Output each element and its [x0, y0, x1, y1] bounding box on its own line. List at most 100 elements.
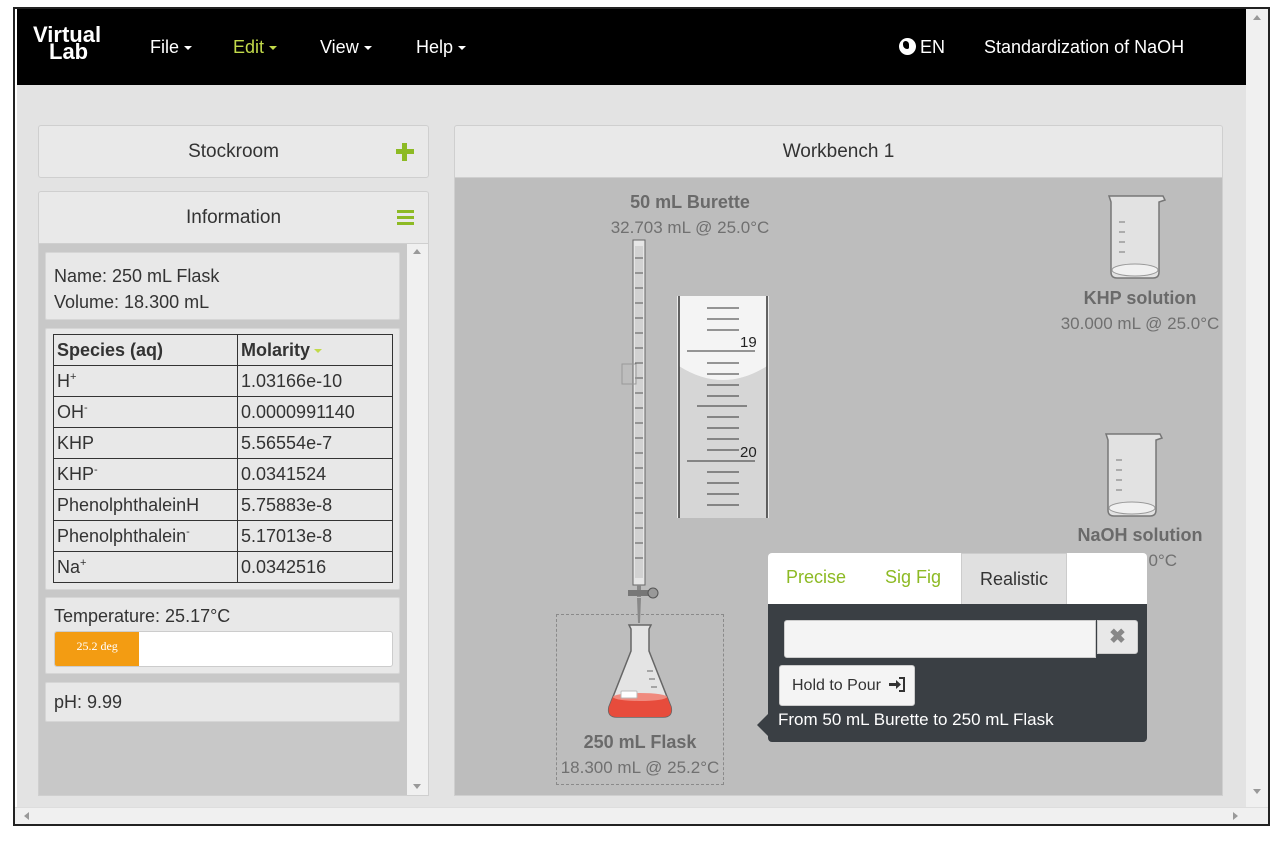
- molarity-cell: 5.75883e-8: [237, 489, 393, 521]
- stockroom-title: Stockroom: [188, 141, 279, 162]
- molarity-cell: 0.0342516: [237, 551, 393, 583]
- scale-label-20: 20: [740, 444, 757, 461]
- close-icon: ✖: [1109, 626, 1126, 648]
- menu-file[interactable]: File: [150, 37, 193, 58]
- ph-card: pH: 9.99: [45, 682, 400, 722]
- virtual-lab-logo[interactable]: Virtual Lab: [33, 24, 101, 63]
- tab-sig-fig[interactable]: Sig Fig: [867, 553, 959, 605]
- molarity-cell: 5.17013e-8: [237, 520, 393, 552]
- volume-label: Volume: 18.300 mL: [54, 292, 210, 312]
- tab-precise[interactable]: Precise: [768, 553, 864, 605]
- khp-name: KHP solution: [1083, 288, 1197, 308]
- flask-volume: 18.300 mL @ 25.2°C: [560, 758, 720, 777]
- pour-amount-input[interactable]: [784, 620, 1096, 658]
- khp-label: KHP solution 30.000 mL @ 25.0°C: [1040, 286, 1222, 336]
- table-row: Phenolphthalein- 5.17013e-8: [53, 520, 393, 552]
- species-cell: Na+: [53, 551, 238, 583]
- information-scrollbar[interactable]: [407, 244, 428, 795]
- stockroom-header[interactable]: Stockroom: [38, 125, 429, 178]
- scroll-down-arrow-icon[interactable]: [1253, 789, 1261, 794]
- naoh-beaker[interactable]: [1100, 430, 1166, 518]
- flask-name: 250 mL Flask: [583, 732, 697, 752]
- scroll-down-arrow-icon[interactable]: [413, 784, 421, 789]
- menu-view-label: View: [320, 37, 359, 57]
- information-header[interactable]: Information: [38, 191, 429, 244]
- menu-edit[interactable]: Edit: [233, 37, 278, 58]
- species-table-card: Species (aq) Molarity H+ 1.03166e-10 OH-…: [45, 328, 400, 590]
- species-cell: KHP-: [53, 458, 238, 490]
- name-label: Name: 250 mL Flask: [54, 266, 220, 286]
- language-label: EN: [920, 37, 946, 57]
- information-title: Information: [185, 207, 282, 228]
- molarity-header[interactable]: Molarity: [237, 334, 393, 366]
- burette-volume: 32.703 mL @ 25.0°C: [610, 218, 770, 237]
- erlenmeyer-flask[interactable]: [605, 621, 675, 721]
- sort-caret-icon: [314, 348, 323, 353]
- menu-view[interactable]: View: [320, 37, 372, 58]
- khp-beaker[interactable]: [1103, 192, 1169, 280]
- table-row: OH- 0.0000991140: [53, 396, 393, 428]
- table-row: KHP- 0.0341524: [53, 458, 393, 490]
- name-volume-card: Name: 250 mL Flask Volume: 18.300 mL: [45, 252, 400, 320]
- information-panel[interactable]: Name: 250 mL Flask Volume: 18.300 mL Spe…: [38, 243, 429, 796]
- sign-in-icon: [889, 677, 906, 692]
- menu-icon[interactable]: [397, 210, 414, 225]
- pour-popover: Precise Sig Fig Realistic ✖ Hold to Pour…: [757, 553, 1147, 742]
- ph-label: pH: 9.99: [54, 692, 123, 712]
- species-cell: Phenolphthalein-: [53, 520, 238, 552]
- scroll-right-arrow-icon[interactable]: [1233, 812, 1238, 820]
- flask-label: 250 mL Flask 18.300 mL @ 25.2°C: [550, 730, 730, 780]
- scale-label-19: 19: [740, 334, 757, 351]
- virtual-lab-app: Virtual Lab File Edit View Help EN Stand…: [17, 9, 1246, 807]
- species-cell: KHP: [53, 427, 238, 459]
- burette-label: 50 mL Burette 32.703 mL @ 25.0°C: [600, 190, 780, 240]
- menu-help[interactable]: Help: [416, 37, 467, 58]
- molarity-cell: 1.03166e-10: [237, 365, 393, 397]
- table-row: KHP 5.56554e-7: [53, 427, 393, 459]
- species-cell: H+: [53, 365, 238, 397]
- menu-help-label: Help: [416, 37, 454, 57]
- khp-volume: 30.000 mL @ 25.0°C: [1060, 314, 1220, 333]
- chevron-down-icon: [458, 46, 467, 51]
- chevron-down-icon: [269, 46, 278, 51]
- globe-icon: [899, 38, 916, 55]
- workbench-header: Workbench 1: [454, 125, 1223, 178]
- burette[interactable]: [620, 238, 670, 633]
- temperature-progress-bar: 25.2 deg: [54, 631, 393, 667]
- molarity-cell: 5.56554e-7: [237, 427, 393, 459]
- table-row: Na+ 0.0342516: [53, 551, 393, 583]
- page-horizontal-scrollbar[interactable]: [15, 807, 1268, 824]
- clear-button[interactable]: ✖: [1097, 620, 1138, 654]
- molarity-cell: 0.0341524: [237, 458, 393, 490]
- temperature-progress-fill: 25.2 deg: [55, 632, 140, 666]
- chevron-down-icon: [363, 46, 372, 51]
- scroll-up-arrow-icon[interactable]: [413, 249, 421, 254]
- menu-edit-label: Edit: [233, 37, 265, 57]
- pour-description: From 50 mL Burette to 250 mL Flask: [778, 710, 1054, 729]
- molarity-cell: 0.0000991140: [237, 396, 393, 428]
- tab-realistic[interactable]: Realistic: [961, 553, 1068, 605]
- pour-controls: ✖ Hold to Pour From 50 mL Burette to 250…: [757, 604, 1147, 742]
- hold-to-pour-button[interactable]: Hold to Pour: [779, 665, 915, 706]
- scroll-up-arrow-icon[interactable]: [1253, 15, 1261, 20]
- pour-mode-tabs: Precise Sig Fig Realistic: [768, 553, 1147, 605]
- temperature-card: Temperature: 25.17°C 25.2 deg: [45, 597, 400, 674]
- scroll-left-arrow-icon[interactable]: [24, 812, 29, 820]
- naoh-name: NaOH solution: [1077, 525, 1203, 545]
- temperature-label: Temperature: 25.17°C: [54, 606, 231, 626]
- burette-name: 50 mL Burette: [630, 192, 750, 212]
- navbar: Virtual Lab File Edit View Help EN Stand…: [17, 9, 1246, 85]
- chevron-down-icon: [184, 46, 193, 51]
- language-selector[interactable]: EN: [899, 37, 945, 58]
- menu-file-label: File: [150, 37, 180, 57]
- table-row: PhenolphthaleinH 5.75883e-8: [53, 489, 393, 521]
- hold-to-pour-label: Hold to Pour: [792, 677, 881, 694]
- page-vertical-scrollbar[interactable]: [1246, 9, 1268, 807]
- workbench-title: Workbench 1: [782, 141, 895, 162]
- species-header[interactable]: Species (aq): [53, 334, 238, 366]
- table-row: H+ 1.03166e-10: [53, 365, 393, 397]
- species-cell: PhenolphthaleinH: [53, 489, 238, 521]
- species-cell: OH-: [53, 396, 238, 428]
- plus-icon[interactable]: [396, 143, 414, 161]
- popover-arrow: [757, 714, 768, 736]
